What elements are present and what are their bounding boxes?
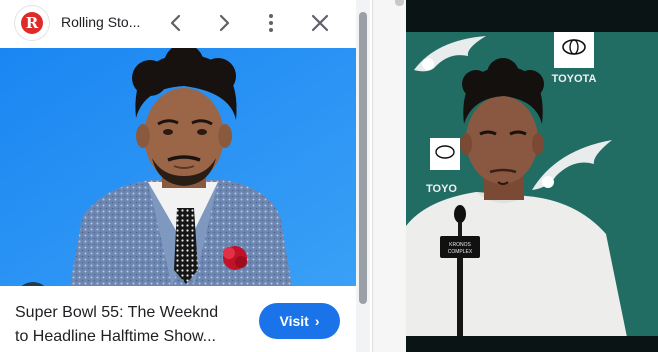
panel-divider[interactable] [372, 0, 406, 352]
close-icon [311, 14, 329, 32]
toyota-wordmark: TOYOTA [552, 73, 597, 85]
next-button[interactable] [212, 11, 236, 35]
close-button[interactable] [308, 11, 332, 35]
toyota-logo-partial: TOYO [426, 138, 460, 195]
visit-button[interactable]: Visit › [259, 303, 340, 339]
screen: R Rolling Sto... Super Bowl 55: The Week… [0, 0, 658, 352]
portrait-illustration [0, 48, 356, 286]
chevron-right-icon [219, 14, 230, 32]
favicon-letter: R [21, 12, 43, 34]
panel-scrollbar[interactable] [356, 0, 370, 352]
mic-flag-line-2: COMPLEX [448, 249, 473, 255]
preview-image[interactable] [0, 48, 356, 286]
site-favicon[interactable]: R [15, 6, 49, 40]
result-title-line-1: Super Bowl 55: The Weeknd [15, 304, 219, 321]
image-preview-panel: R Rolling Sto... Super Bowl 55: The Week… [0, 0, 372, 352]
mic-flag-line-1: KRONOS [449, 242, 471, 248]
site-name[interactable]: Rolling Sto... [61, 14, 140, 30]
chevron-left-icon [170, 14, 181, 32]
chevron-right-small-icon: › [314, 313, 320, 329]
result-title-line-2: to Headline Halftime Show... [15, 328, 216, 345]
previous-button[interactable] [164, 11, 188, 35]
visit-label: Visit [279, 313, 309, 329]
video-frame[interactable]: TOYOTA TOYO KRONOS COMPLEX [406, 0, 658, 352]
scrollbar-thumb[interactable] [359, 12, 367, 304]
more-options-button[interactable] [259, 11, 283, 35]
toyota-wordmark-partial: TOYO [426, 183, 457, 195]
more-vert-icon [269, 14, 273, 32]
preview-toolbar: R Rolling Sto... [0, 0, 356, 46]
result-title[interactable]: Super Bowl 55: The Weeknd to Headline Ha… [15, 301, 250, 349]
press-conference-image: TOYOTA TOYO KRONOS COMPLEX [406, 0, 658, 352]
toyota-logo: TOYOTA [552, 32, 597, 85]
